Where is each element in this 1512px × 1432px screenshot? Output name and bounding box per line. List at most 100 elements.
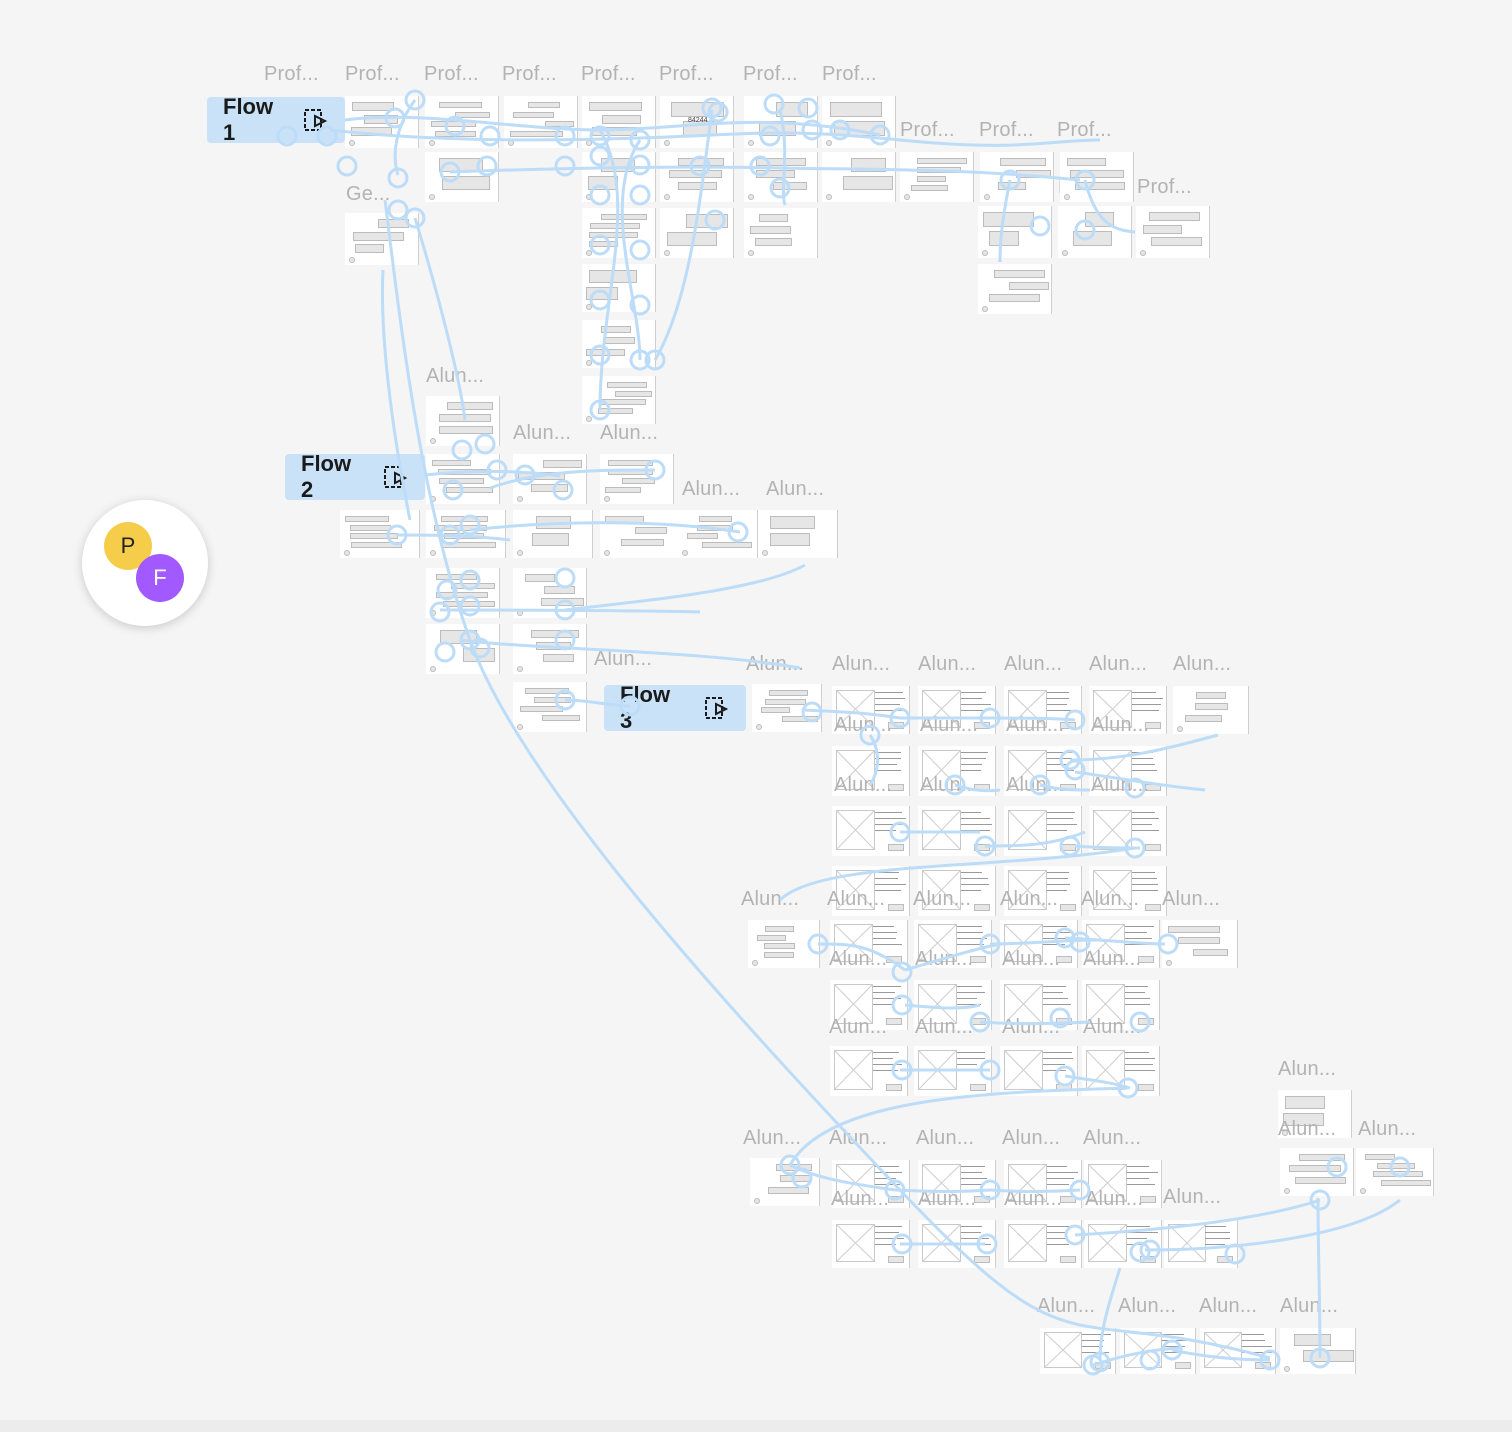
screen-frame[interactable] [1164,1220,1238,1268]
screen-frame[interactable] [600,510,680,558]
frame-name-label[interactable]: Alun... [1083,1016,1141,1039]
screen-frame[interactable] [978,206,1052,258]
screen-frame[interactable] [914,1046,992,1096]
screen-frame[interactable] [582,320,656,368]
frame-name-label[interactable]: Alun... [920,774,978,797]
screen-frame[interactable] [426,454,500,504]
play-prototype-icon[interactable] [383,465,409,489]
frame-name-label[interactable]: Ge... [346,183,390,206]
screen-frame[interactable] [918,1220,996,1268]
screen-frame[interactable] [1280,1148,1354,1196]
screen-frame[interactable] [426,624,500,674]
screen-frame[interactable] [1060,152,1134,202]
frame-name-label[interactable]: Alun... [918,653,976,676]
frame-name-label[interactable]: Prof... [900,119,955,142]
prototype-canvas[interactable]: Prof... Prof... Prof... Prof... Prof... Prof.… [0,0,1512,1432]
frame-name-label[interactable]: Alun... [832,653,890,676]
screen-frame[interactable] [660,208,734,258]
frame-name-label[interactable]: Prof... [822,63,877,86]
frame-name-label[interactable]: Alun... [1006,714,1064,737]
screen-frame[interactable] [748,920,820,968]
screen-frame[interactable] [980,152,1054,202]
screen-frame[interactable] [1004,1220,1082,1268]
frame-name-label[interactable]: Alun... [1089,653,1147,676]
canvas-scrollbar[interactable] [0,1420,1512,1432]
frame-name-label[interactable]: Alun... [918,1188,976,1211]
screen-frame[interactable] [1280,1328,1356,1374]
frame-name-label[interactable]: Alun... [1163,1186,1221,1209]
frame-name-label[interactable]: Alun... [1083,1127,1141,1150]
frame-name-label[interactable]: Alun... [831,1188,889,1211]
screen-frame[interactable] [744,152,818,202]
frame-name-label[interactable]: Alun... [1002,1127,1060,1150]
frame-name-label[interactable]: Prof... [581,63,636,86]
screen-frame[interactable] [582,208,656,258]
frame-name-label[interactable]: Alun... [1081,888,1139,911]
screen-frame[interactable] [600,454,674,504]
frame-name-label[interactable]: Alun... [829,1016,887,1039]
screen-frame[interactable] [513,454,587,504]
screen-frame[interactable] [1200,1328,1276,1374]
screen-frame[interactable] [582,96,656,148]
frame-name-label[interactable]: Alun... [1278,1118,1336,1141]
screen-frame[interactable] [832,806,910,856]
screen-frame[interactable] [426,510,506,558]
screen-frame[interactable] [425,152,499,202]
screen-frame[interactable] [1004,806,1082,856]
screen-frame[interactable] [822,152,896,202]
frame-name-label[interactable]: Alun... [766,478,824,501]
screen-frame[interactable] [582,152,656,202]
frame-name-label[interactable]: Alun... [1280,1295,1338,1318]
frame-name-label[interactable]: Prof... [979,119,1034,142]
screen-frame[interactable] [513,624,587,674]
frame-name-label[interactable]: Prof... [424,63,479,86]
screen-frame[interactable] [425,96,499,148]
frame-name-label[interactable]: Alun... [682,478,740,501]
screen-frame[interactable] [744,96,818,148]
frame-name-label[interactable]: Prof... [659,63,714,86]
frame-name-label[interactable]: Alun... [1000,888,1058,911]
screen-frame[interactable] [513,682,587,732]
frame-name-label[interactable]: Prof... [264,63,319,86]
frame-name-label[interactable]: Alun... [915,1016,973,1039]
frame-name-label[interactable]: Prof... [743,63,798,86]
frame-name-label[interactable]: Alun... [834,714,892,737]
frame-name-label[interactable]: Alun... [915,948,973,971]
screen-frame[interactable] [744,208,818,258]
frame-name-label[interactable]: Alun... [1085,1188,1143,1211]
frame-name-label[interactable]: Alun... [1173,653,1231,676]
frame-name-label[interactable]: Alun... [746,653,804,676]
screen-frame[interactable] [1084,1220,1162,1268]
screen-frame[interactable] [750,1158,820,1206]
frame-name-label[interactable]: Alun... [920,714,978,737]
screen-frame[interactable] [978,264,1052,314]
screen-frame[interactable] [1040,1328,1116,1374]
screen-frame[interactable] [513,568,587,618]
frame-name-label[interactable]: Alun... [916,1127,974,1150]
flow-starting-point-3[interactable]: Flow 3 [604,682,746,733]
frame-name-label[interactable]: Alun... [834,774,892,797]
screen-frame[interactable] [1356,1148,1434,1196]
screen-frame[interactable] [426,396,500,446]
frame-name-label[interactable]: Alun... [1002,948,1060,971]
screen-frame[interactable] [1136,206,1210,258]
frame-name-label[interactable]: Alun... [1083,948,1141,971]
screen-frame[interactable] [345,96,419,148]
screen-frame[interactable] [1082,1046,1160,1096]
flow-starting-point-2[interactable]: Flow 2 [285,451,425,502]
screen-frame[interactable] [426,568,500,618]
screen-frame[interactable] [758,510,838,558]
frame-name-label[interactable]: Alun... [1118,1295,1176,1318]
flow-starting-point-1[interactable]: Flow 1 [207,94,345,145]
screen-frame[interactable] [582,264,656,312]
frame-name-label[interactable]: Alun... [426,365,484,388]
collaborators-widget[interactable]: P F [82,500,208,626]
frame-name-label[interactable]: Alun... [829,948,887,971]
screen-frame[interactable] [1120,1328,1196,1374]
frame-name-label[interactable]: Alun... [1002,1016,1060,1039]
frame-name-label[interactable]: Prof... [1057,119,1112,142]
screen-frame[interactable] [345,213,419,265]
screen-frame[interactable] [918,806,996,856]
screen-frame[interactable] [340,510,420,558]
screen-frame[interactable] [752,684,822,732]
